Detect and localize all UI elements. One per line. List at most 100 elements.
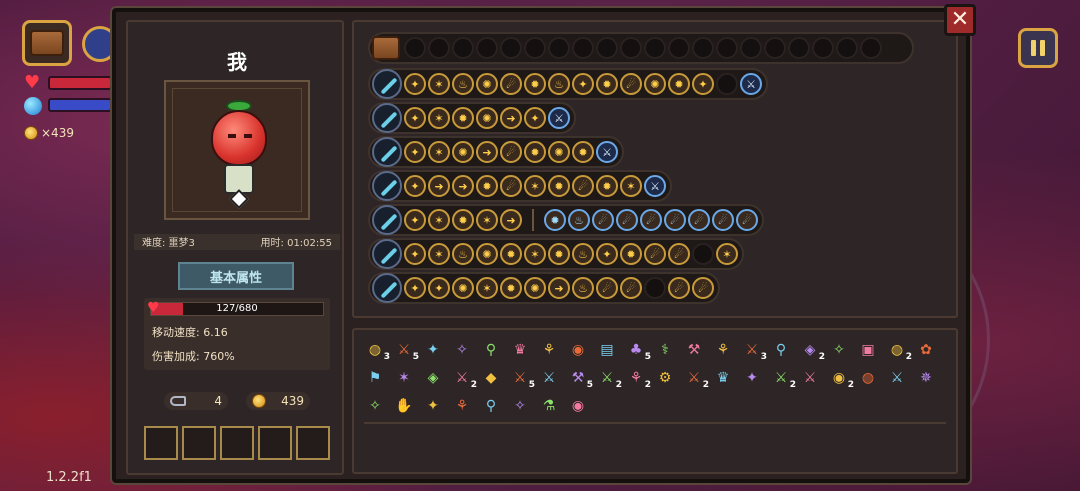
azure-spear-icon[interactable] [372,103,402,133]
inventory-item[interactable]: ⚒ 5 [565,366,593,390]
rune-chip[interactable]: ➜ [500,209,522,231]
inventory-item[interactable]: ◆ [478,366,504,390]
rune-chip[interactable]: ☄ [736,209,758,231]
rune-chip[interactable]: ☄ [572,175,594,197]
arcane-staff-icon[interactable] [372,239,402,269]
rune-chip[interactable]: ✹ [620,243,642,265]
rune-chip[interactable]: ✹ [548,175,570,197]
empty-slot[interactable] [620,37,642,59]
inventory-item[interactable]: ⚲ [478,394,504,418]
equipment-slot[interactable] [296,426,330,460]
rune-chip[interactable]: ♨ [452,243,474,265]
empty-slot[interactable] [788,37,810,59]
inventory-item[interactable]: ✧ [449,338,475,362]
inventory-item[interactable]: ◉ [565,338,591,362]
empty-slot[interactable] [428,37,450,59]
inventory-item[interactable]: ⚘ [449,394,475,418]
rune-chip[interactable]: ✺ [452,141,474,163]
rune-chip[interactable]: ➜ [452,175,474,197]
empty-slot[interactable] [572,37,594,59]
inventory-item[interactable]: ⚙ [652,366,678,390]
empty-slot[interactable] [644,37,666,59]
rune-chip[interactable]: ✦ [404,73,426,95]
inventory-item[interactable]: ⚒ [681,338,707,362]
empty-slot[interactable] [524,37,546,59]
inventory-item[interactable]: ✦ [420,338,446,362]
inventory-item[interactable]: ◈ [420,366,446,390]
inventory-item[interactable]: ✶ [391,366,417,390]
inventory-item[interactable]: ⚲ [478,338,504,362]
rune-chip[interactable]: ☄ [500,175,522,197]
rune-chip[interactable]: ✹ [500,277,522,299]
equipment-slot[interactable] [220,426,254,460]
rune-chip[interactable]: ✦ [404,243,426,265]
rune-chip[interactable]: ☄ [640,209,662,231]
inventory-item[interactable]: ⚔ 2 [449,366,477,390]
violet-flower-staff-icon[interactable] [372,137,402,167]
rune-chip[interactable]: ✺ [476,73,498,95]
empty-slot[interactable] [548,37,570,59]
inventory-item[interactable]: ✋ [391,394,417,418]
empty-slot[interactable] [596,37,618,59]
rune-chip[interactable]: ✶ [524,175,546,197]
inventory-item[interactable]: ⚔ [536,366,562,390]
inventory-item[interactable]: ✿ [913,338,939,362]
empty-slot[interactable] [836,37,858,59]
chest-icon[interactable] [372,36,400,60]
rune-chip[interactable]: ✹ [524,141,546,163]
inventory-item[interactable]: ✧ [826,338,852,362]
empty-slot[interactable] [404,37,426,59]
rune-chip[interactable]: ✶ [620,175,642,197]
pause-button[interactable] [1018,28,1058,68]
rune-chip[interactable]: ☄ [644,243,666,265]
rune-chip[interactable]: ✦ [428,277,450,299]
rune-chip[interactable]: ☄ [620,73,642,95]
rune-chip[interactable]: ✹ [524,73,546,95]
inventory-item[interactable]: ◍ [855,366,881,390]
close-button[interactable]: ✕ [944,4,976,36]
rune-chip[interactable]: ☄ [616,209,638,231]
rune-chip[interactable]: ✶ [428,209,450,231]
empty-slot[interactable] [644,277,666,299]
inventory-item[interactable]: ✧ [507,394,533,418]
rune-chip[interactable]: ♨ [452,73,474,95]
rune-chip[interactable]: ☄ [668,243,690,265]
rune-chip[interactable]: ✹ [572,141,594,163]
eclipse-orb-staff-icon[interactable] [372,273,402,303]
inventory-item[interactable]: ◍ 3 [362,338,390,362]
rune-chip[interactable]: ✦ [404,209,426,231]
rune-chip[interactable]: ✹ [596,175,618,197]
rune-chip[interactable]: ♨ [572,277,594,299]
rune-chip[interactable]: ☄ [712,209,734,231]
rune-chip[interactable]: ☄ [500,73,522,95]
blue-rune-chip[interactable]: ⚔ [548,107,570,129]
rune-chip[interactable]: ✹ [548,243,570,265]
rune-chip[interactable]: ✶ [428,73,450,95]
rune-chip[interactable]: ✺ [524,277,546,299]
equipment-slot[interactable] [144,426,178,460]
inventory-item[interactable]: ♛ [507,338,533,362]
rune-chip[interactable]: ✦ [596,243,618,265]
rune-chip[interactable]: ✺ [476,243,498,265]
void-halberd-icon[interactable] [372,205,402,235]
rune-chip[interactable]: ✶ [476,277,498,299]
empty-slot[interactable] [668,37,690,59]
inventory-item[interactable]: ⚔ 2 [594,366,622,390]
rune-chip[interactable]: ✹ [452,209,474,231]
inventory-item[interactable]: ⚗ [536,394,562,418]
rune-chip[interactable]: ✺ [476,107,498,129]
inventory-item[interactable]: ⚕ [652,338,678,362]
rune-chip[interactable]: ☄ [500,141,522,163]
rune-chip[interactable]: ✶ [428,243,450,265]
rune-chip[interactable]: ✦ [404,175,426,197]
blue-rune-chip[interactable]: ⚔ [596,141,618,163]
inventory-item[interactable]: ⚘ 2 [623,366,651,390]
emerald-staff-icon[interactable] [372,69,402,99]
equipment-slot[interactable] [258,426,292,460]
inventory-item[interactable]: ⚔ [797,366,823,390]
inventory-item[interactable]: ⚘ [536,338,562,362]
inventory-item[interactable]: ✦ [739,366,765,390]
rune-chip[interactable]: ☄ [688,209,710,231]
inventory-item[interactable]: ◉ [565,394,591,418]
empty-slot[interactable] [716,73,738,95]
